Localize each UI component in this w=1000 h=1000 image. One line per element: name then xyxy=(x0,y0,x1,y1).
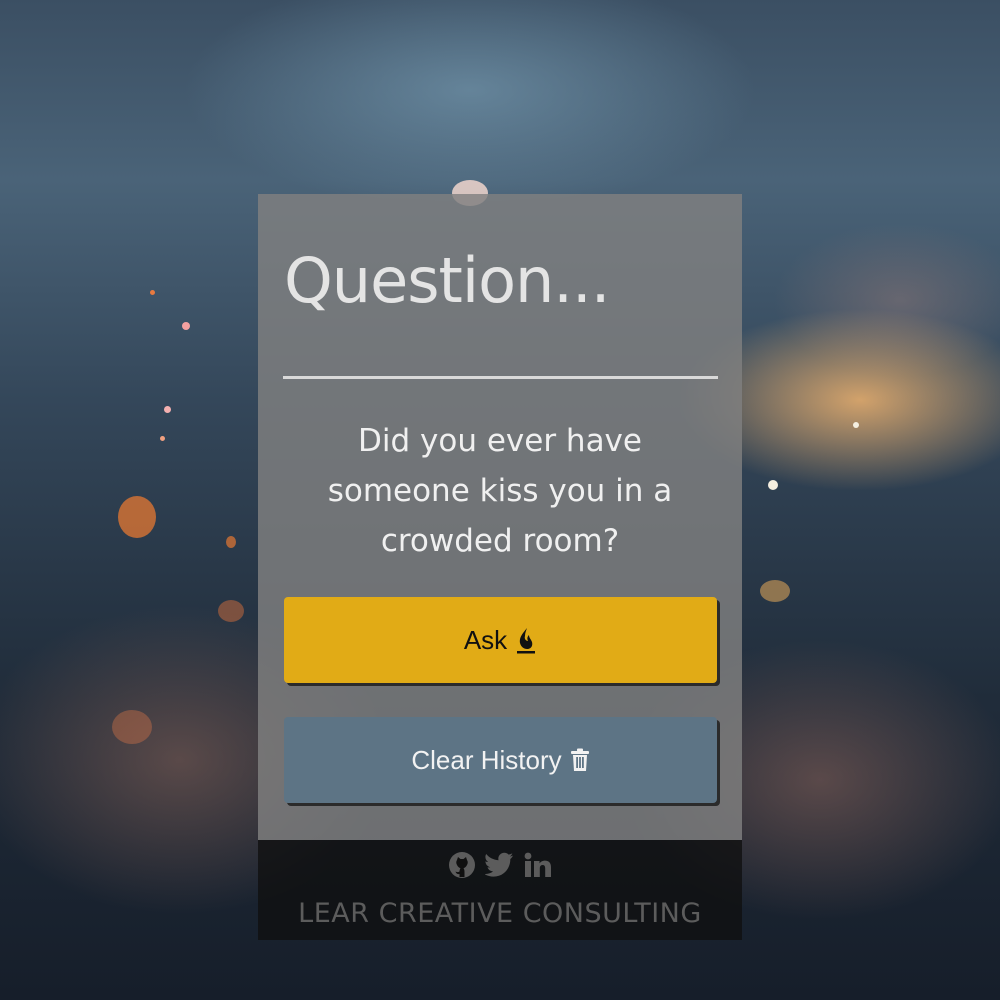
ask-button[interactable]: Ask xyxy=(284,597,717,683)
question-text: Did you ever have someone kiss you in a … xyxy=(327,423,673,559)
ask-button-label: Ask xyxy=(463,624,508,655)
flame-icon xyxy=(515,626,537,654)
clear-history-label: Clear History xyxy=(411,744,562,775)
brand-name: LEAR CREATIVE CONSULTING xyxy=(298,898,702,929)
github-icon[interactable] xyxy=(447,850,477,880)
footer: LEAR CREATIVE CONSULTING xyxy=(258,840,742,940)
social-links xyxy=(258,850,742,880)
question-card: Question... Did you ever have someone ki… xyxy=(258,194,742,840)
title-divider xyxy=(283,376,718,379)
twitter-icon[interactable] xyxy=(485,850,515,880)
clear-history-button[interactable]: Clear History xyxy=(284,717,717,803)
trash-icon xyxy=(570,748,590,772)
page-title: Question... xyxy=(284,244,610,317)
linkedin-icon[interactable] xyxy=(523,850,553,880)
